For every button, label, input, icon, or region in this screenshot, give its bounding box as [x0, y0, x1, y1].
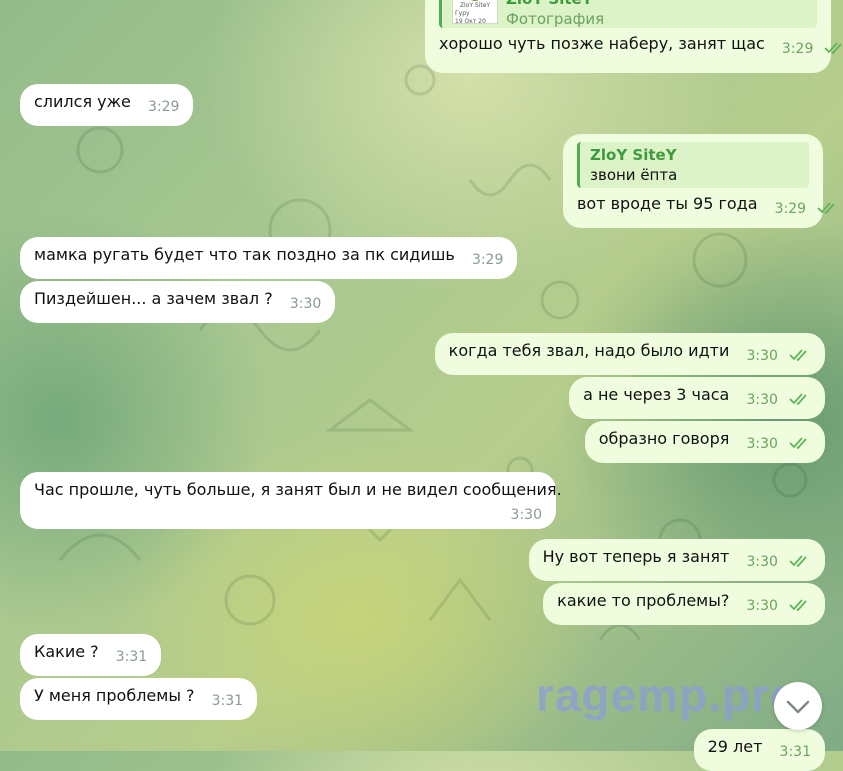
message-text: когда тебя звал, надо было идти	[448, 341, 730, 360]
double-check-icon	[824, 42, 843, 55]
message-time: 3:31	[211, 693, 244, 709]
message-time: 3:30	[746, 554, 778, 570]
message-bubble-incoming[interactable]: мамка ругать будет что так поздно за пк …	[20, 237, 518, 279]
message-time: 3:31	[779, 744, 811, 760]
message-text: У меня проблемы ?	[34, 686, 195, 705]
message-time: 3:29	[471, 252, 504, 268]
message-time: 3:30	[289, 296, 322, 312]
message-bubble-incoming[interactable]: Какие ? 3:31	[20, 634, 162, 676]
message-text: образно говоря	[598, 429, 730, 448]
message-text: вот вроде ты 95 года	[577, 194, 758, 213]
message-time: 3:29	[774, 201, 807, 217]
message-time: 3:31	[115, 649, 148, 665]
message-text: Какие ?	[34, 642, 99, 661]
message-bubble-outgoing[interactable]: образно говоря 3:30	[584, 421, 825, 463]
avatar	[468, 0, 482, 1]
message-text: мамка ругать будет что так поздно за пк …	[34, 245, 455, 264]
photo-thumbnail: ZloY SiteY Гуру 19 Окт 20	[452, 0, 498, 25]
message-text: хорошо чуть позже наберу, занят щас	[439, 34, 765, 53]
message-text: а не через 3 часа	[583, 385, 730, 404]
thumb-name: ZloY SiteY	[459, 2, 491, 9]
message-time: 3:30	[746, 598, 778, 614]
reply-text: звони ёпта	[590, 166, 678, 184]
scroll-to-bottom-button[interactable]	[774, 682, 822, 730]
message-bubble-incoming[interactable]: Пиздейшен... а зачем звал ? 3:30	[20, 281, 336, 323]
message-time: 3:29	[781, 41, 814, 57]
double-check-icon	[789, 599, 807, 612]
message-bubble-outgoing[interactable]: ZloY SiteY звони ёпта вот вроде ты 95 го…	[563, 134, 835, 228]
message-bubble-outgoing[interactable]: ZloY SiteY Гуру 19 Окт 20 ZloY SiteY Фот…	[425, 0, 843, 73]
message-text: слился уже	[34, 92, 131, 111]
message-time: 3:30	[746, 392, 778, 408]
message-text: Ну вот теперь я занят	[542, 547, 730, 566]
double-check-icon	[789, 349, 807, 362]
chevron-down-icon	[786, 700, 810, 714]
message-bubble-outgoing[interactable]: Ну вот теперь я занят 3:30	[528, 539, 825, 581]
reply-quote[interactable]: ZloY SiteY Гуру 19 Окт 20 ZloY SiteY Фот…	[439, 0, 817, 28]
message-time: 3:30	[746, 436, 778, 452]
watermark: ragemp.pro	[536, 669, 800, 721]
double-check-icon	[789, 393, 807, 406]
message-bubble-incoming[interactable]: слился уже 3:29	[20, 84, 194, 126]
message-time: 3:30	[746, 348, 778, 364]
double-check-icon	[789, 555, 807, 568]
message-time: 3:29	[147, 99, 180, 115]
message-time: 3:30	[510, 507, 542, 523]
message-text: 29 лет	[707, 737, 763, 756]
thumb-rank: Гуру	[455, 10, 470, 17]
message-bubble-incoming[interactable]: У меня проблемы ? 3:31	[20, 678, 258, 720]
message-bubble-outgoing[interactable]: а не через 3 часа 3:30	[569, 377, 825, 419]
thumb-date: 19 Окт 20	[455, 18, 486, 25]
reply-author: ZloY SiteY	[590, 146, 677, 164]
message-bubble-outgoing[interactable]: какие то проблемы? 3:30	[543, 583, 825, 625]
message-bubble-incoming[interactable]: Час прошле, чуть больше, я занят был и н…	[20, 472, 562, 529]
message-bubble-outgoing[interactable]: когда тебя звал, надо было идти 3:30	[434, 333, 825, 375]
message-bubble-outgoing[interactable]: 29 лет 3:31	[693, 729, 825, 771]
message-text: Час прошле, чуть больше, я занят был и н…	[34, 480, 562, 499]
reply-author: ZloY SiteY	[506, 0, 604, 8]
reply-text: Фотография	[506, 10, 605, 28]
reply-quote[interactable]: ZloY SiteY звони ёпта	[577, 142, 809, 188]
message-text: какие то проблемы?	[557, 591, 730, 610]
double-check-icon	[789, 437, 807, 450]
double-check-icon	[817, 202, 835, 215]
message-text: Пиздейшен... а зачем звал ?	[34, 289, 273, 308]
